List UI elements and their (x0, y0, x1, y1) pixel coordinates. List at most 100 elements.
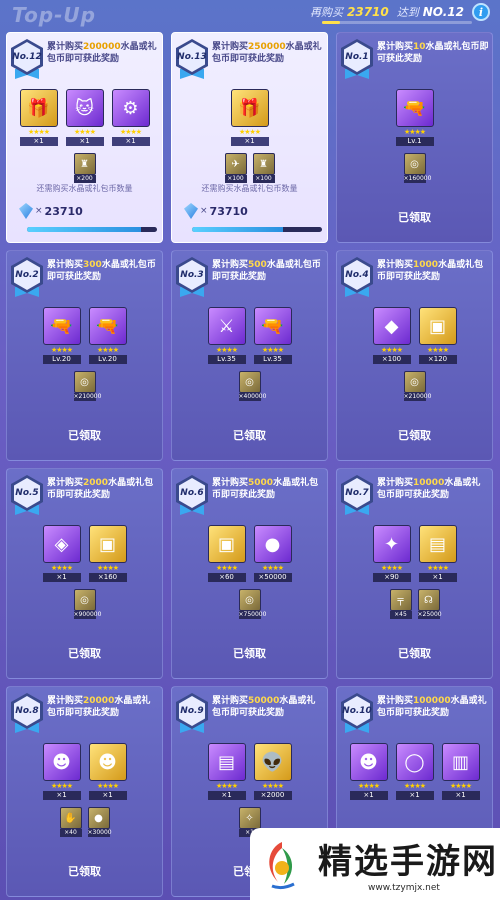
bonus-item[interactable]: ◎ ×400000 (238, 371, 267, 401)
reward-item[interactable]: ▤ ★★★★ ×1 (207, 743, 246, 800)
tier-number: No.5 (15, 488, 39, 498)
item-quantity: Lv.20 (88, 355, 127, 364)
reward-card[interactable]: No.2 累计购买300水晶或礼包币即可获此奖励 🔫 ★★★★ Lv.20 🔫 … (6, 250, 163, 461)
claimed-status: 已领取 (68, 429, 101, 442)
bonus-quantity: ×200 (73, 175, 96, 183)
reward-item[interactable]: 🔫 ★★★★ Lv.20 (88, 307, 127, 364)
card-progress-fill (192, 227, 283, 232)
reward-card[interactable]: No.4 累计购买1000水晶或礼包币即可获此奖励 ◆ ★★★★ ×100 ▣ … (336, 250, 493, 461)
chip-icon: ▣ (418, 307, 457, 345)
tier-number: No.12 (12, 52, 42, 62)
star-rating-icon: ★★★★ (50, 782, 73, 790)
item-quantity: Lv.35 (253, 355, 292, 364)
bonus-item[interactable]: ◎ ×210000 (403, 371, 431, 401)
bonus-item[interactable]: ◎ ×750000 (238, 589, 266, 619)
reward-item[interactable]: ✦ ★★★★ ×90 (372, 525, 411, 582)
bonus-item[interactable]: ♜ ×200 (73, 153, 96, 183)
star-rating-icon: ★★★★ (449, 782, 472, 790)
condition-amount: 50000 (248, 696, 280, 706)
reward-condition: 累计购买2000水晶或礼包币即可获此奖励 (47, 477, 159, 501)
bonus-item[interactable]: ◎ ×160000 (403, 153, 432, 183)
reward-item[interactable]: 🎁 ★★★★ ×1 (19, 89, 58, 146)
reward-items: 🔫 ★★★★ Lv.1 (337, 89, 492, 146)
reward-item[interactable]: ⚙ ★★★★ ×1 (111, 89, 150, 146)
reward-item[interactable]: ◯ ★★★★ ×1 (395, 743, 434, 800)
reward-card[interactable]: No.13 累计购买250000水晶或礼包币即可获此奖励 🎁 ★★★★ ×1 ✈… (171, 32, 328, 243)
reward-card[interactable]: No.3 累计购买500水晶或礼包币即可获此奖励 ⚔ ★★★★ Lv.35 🔫 … (171, 250, 328, 461)
reward-item[interactable]: ◈ ★★★★ ×1 (42, 525, 81, 582)
shard-icon: ✧ (238, 807, 261, 829)
gift-box-icon: 🎁 (19, 89, 58, 127)
reward-item[interactable]: ▤ ★★★★ ×1 (418, 525, 457, 582)
item-quantity: ×90 (372, 573, 411, 582)
reward-item[interactable]: ● ★★★★ ×50000 (253, 525, 292, 582)
condition-prefix: 累计购买 (47, 696, 84, 706)
bonus-item[interactable]: ✈ ×100 (224, 153, 247, 183)
reward-item[interactable]: ⚔ ★★★★ Lv.35 (207, 307, 246, 364)
gun-part-icon: ╤ (389, 589, 412, 611)
item-quantity: ×100 (372, 355, 411, 364)
card-header: No.10 累计购买100000水晶或礼包币即可获此奖励 (337, 687, 492, 735)
bonus-item[interactable]: ╤ ×45 (389, 589, 412, 619)
star-rating-icon: ★★★★ (357, 782, 380, 790)
reward-condition: 累计购买100000水晶或礼包币即可获此奖励 (377, 695, 489, 719)
reward-condition: 累计购买250000水晶或礼包币即可获此奖励 (212, 41, 324, 65)
reward-item[interactable]: ☻ ★★★★ ×1 (88, 743, 127, 800)
bonus-quantity: ×400000 (238, 393, 267, 401)
card-header: No.4 累计购买1000水晶或礼包币即可获此奖励 (337, 251, 492, 299)
reward-item[interactable]: ▣ ★★★★ ×60 (207, 525, 246, 582)
crystal-icon (19, 203, 33, 219)
headset-icon: ☊ (417, 589, 440, 611)
reward-item[interactable]: ▣ ★★★★ ×120 (418, 307, 457, 364)
bonus-item[interactable]: ◎ ×210000 (73, 371, 101, 401)
weapon-icon: 🔫 (42, 307, 81, 345)
reward-condition: 累计购买1000水晶或礼包币即可获此奖励 (377, 259, 489, 283)
bonus-quantity: ×100 (224, 175, 247, 183)
reward-item[interactable]: 🎁 ★★★★ ×1 (230, 89, 269, 146)
card-header: No.9 累计购买50000水晶或礼包币即可获此奖励 (172, 687, 327, 735)
claimed-status: 已领取 (68, 865, 101, 878)
item-quantity: ×120 (418, 355, 457, 364)
reward-card[interactable]: No.1 累计购买10水晶或礼包币即可获此奖励 🔫 ★★★★ Lv.1 ◎ ×1… (336, 32, 493, 243)
star-rating-icon: ★★★★ (215, 782, 238, 790)
bonus-item[interactable]: ♜ ×100 (252, 153, 275, 183)
bonus-item[interactable]: ☊ ×25000 (417, 589, 442, 619)
reward-item[interactable]: 🔫 ★★★★ Lv.35 (253, 307, 292, 364)
star-rating-icon: ★★★★ (50, 346, 73, 354)
reward-item[interactable]: 🔫 ★★★★ Lv.1 (395, 89, 434, 146)
reward-card[interactable]: No.7 累计购买10000水晶或礼包币即可获此奖励 ✦ ★★★★ ×90 ▤ … (336, 468, 493, 679)
reward-item[interactable]: ◆ ★★★★ ×100 (372, 307, 411, 364)
bonus-quantity: ×45 (389, 611, 412, 619)
reward-item[interactable]: ☻ ★★★★ ×1 (349, 743, 388, 800)
reward-condition: 累计购买20000水晶或礼包币即可获此奖励 (47, 695, 159, 719)
condition-prefix: 累计购买 (47, 42, 84, 52)
card-header: No.1 累计购买10水晶或礼包币即可获此奖励 (337, 33, 492, 81)
top-bar: Top-Up 再购买 23710 达到 NO.12 i (0, 0, 500, 30)
page-title: Top-Up (12, 3, 96, 27)
card-progress-bar (192, 227, 322, 232)
star-rating-icon: ★★★★ (380, 346, 403, 354)
item-quantity: ×1 (395, 791, 434, 800)
reward-card[interactable]: No.6 累计购买5000水晶或礼包币即可获此奖励 ▣ ★★★★ ×60 ● ★… (171, 468, 328, 679)
reward-card[interactable]: No.12 累计购买200000水晶或礼包币即可获此奖励 🎁 ★★★★ ×1 🐱… (6, 32, 163, 243)
reward-card[interactable]: No.5 累计购买2000水晶或礼包币即可获此奖励 ◈ ★★★★ ×1 ▣ ★★… (6, 468, 163, 679)
tier-number: No.1 (345, 52, 369, 62)
reward-item[interactable]: ▣ ★★★★ ×160 (88, 525, 127, 582)
tier-label: 达到 (396, 6, 419, 19)
reward-item[interactable]: ▥ ★★★★ ×1 (441, 743, 480, 800)
item-quantity: ×160 (88, 573, 127, 582)
bonus-quantity: ×160000 (403, 175, 432, 183)
character-icon: 🐱 (65, 89, 104, 127)
item-quantity: Lv.20 (42, 355, 81, 364)
reward-condition: 累计购买200000水晶或礼包币即可获此奖励 (47, 41, 159, 65)
bonus-item[interactable]: ● ×30000 (87, 807, 112, 837)
reward-item[interactable]: 🐱 ★★★★ ×1 (65, 89, 104, 146)
reward-item[interactable]: ☻ ★★★★ ×1 (42, 743, 81, 800)
coin-icon: ◎ (73, 371, 96, 393)
bonus-item[interactable]: ◎ ×900000 (73, 589, 101, 619)
bonus-item[interactable]: ✋ ×40 (59, 807, 82, 837)
reward-card[interactable]: No.8 累计购买20000水晶或礼包币即可获此奖励 ☻ ★★★★ ×1 ☻ ★… (6, 686, 163, 897)
reward-item[interactable]: 👽 ★★★★ ×2000 (253, 743, 292, 800)
info-icon[interactable]: i (472, 3, 490, 21)
reward-item[interactable]: 🔫 ★★★★ Lv.20 (42, 307, 81, 364)
